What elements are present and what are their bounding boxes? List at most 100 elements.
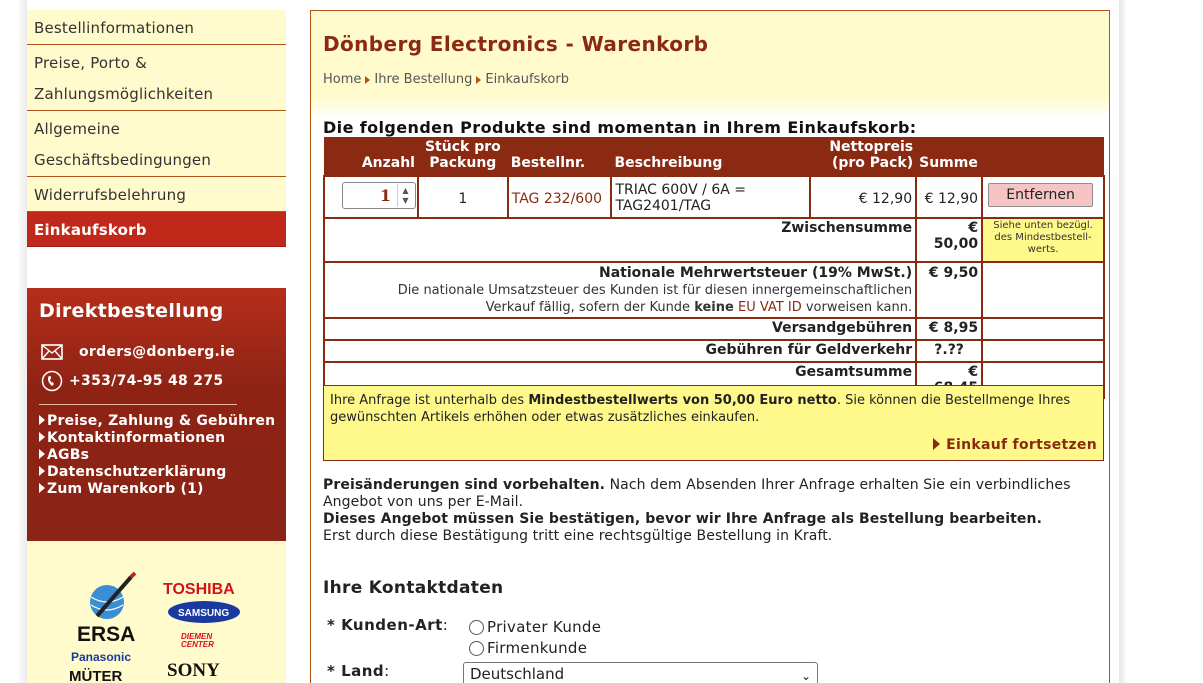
col-nettopreis: Nettopreis (pro Pack) bbox=[810, 137, 917, 176]
cart-header-row: Anzahl Stück pro Packung Bestellnr. Besch… bbox=[324, 137, 1104, 176]
subtotal-label: Zwischensumme bbox=[322, 217, 918, 263]
customer-type-label: * Kunden-Art: bbox=[327, 616, 449, 634]
direct-order-panel: Direktbestellung orders@donberg.ie +353/… bbox=[27, 288, 286, 541]
country-label: * Land: bbox=[327, 662, 390, 680]
sidebar-nav: Bestellinformationen Preise, Porto & Zah… bbox=[27, 10, 286, 247]
vat-value: € 9,50 bbox=[915, 261, 984, 319]
radio-button[interactable] bbox=[469, 640, 484, 656]
cart-heading: Die folgenden Produkte sind momentan in … bbox=[323, 118, 917, 137]
per-pack-value: 1 bbox=[416, 175, 509, 219]
subtotal-row: Zwischensumme € 50,00 Siehe unten bezügl… bbox=[322, 217, 1105, 263]
main-panel: Dönberg Electronics - Warenkorb Home Ihr… bbox=[310, 10, 1110, 683]
net-price: € 12,90 bbox=[809, 175, 918, 219]
brand-muter: MÜTER bbox=[69, 668, 122, 683]
sidebar-item-label: Preise, Porto & bbox=[34, 54, 147, 72]
subtotal-value: € 50,00 bbox=[915, 217, 984, 263]
col-summe: Summe bbox=[916, 137, 983, 176]
sidebar-item-label: Geschäftsbedingungen bbox=[34, 151, 212, 169]
col-bestellnr: Bestellnr. bbox=[507, 137, 612, 176]
breadcrumb-arrow-icon bbox=[476, 75, 482, 84]
order-number-link[interactable]: TAG 232/600 bbox=[512, 191, 602, 207]
link-warenkorb[interactable]: Zum Warenkorb (1) bbox=[39, 481, 275, 498]
min-order-note: Siehe unten bezügl. des Mindestbestell-w… bbox=[981, 217, 1105, 263]
cart-table: Anzahl Stück pro Packung Bestellnr. Besch… bbox=[322, 137, 1105, 399]
chevron-up-icon[interactable]: ▲ bbox=[402, 186, 408, 196]
col-actions bbox=[982, 137, 1104, 176]
remove-button[interactable]: Entfernen bbox=[988, 183, 1094, 207]
sidebar-item-label: Allgemeine bbox=[34, 120, 121, 138]
sidebar: Bestellinformationen Preise, Porto & Zah… bbox=[27, 0, 286, 683]
vat-cell: Nationale Mehrwertsteuer (19% MwSt.) Die… bbox=[322, 261, 918, 319]
page-shadow bbox=[1119, 0, 1127, 683]
email-row[interactable]: orders@donberg.ie bbox=[41, 344, 235, 360]
sidebar-item-preise[interactable]: Preise, Porto & Zahlungsmöglichkeiten bbox=[27, 45, 286, 111]
phone-number: +353/74-95 48 275 bbox=[69, 373, 224, 389]
chevron-down-icon: ⌄ bbox=[800, 669, 811, 683]
col-beschreibung: Beschreibung bbox=[611, 137, 811, 176]
radio-business-customer[interactable]: Firmenkunde bbox=[469, 639, 587, 657]
sidebar-item-agb[interactable]: Allgemeine Geschäftsbedingungen bbox=[27, 111, 286, 177]
arrow-right-icon bbox=[933, 438, 941, 450]
shipping-row: Versandgebühren € 8,95 bbox=[322, 317, 1105, 341]
phone-icon bbox=[41, 370, 65, 392]
breadcrumb-arrow-icon bbox=[365, 75, 371, 84]
sidebar-item-label: Bestellinformationen bbox=[34, 19, 195, 37]
fees-label: Gebühren für Geldverkehr bbox=[322, 339, 918, 363]
vat-row: Nationale Mehrwertsteuer (19% MwSt.) Die… bbox=[322, 261, 1105, 319]
sidebar-item-label: Einkaufskorb bbox=[34, 221, 147, 239]
link-datenschutz[interactable]: Datenschutzerklärung bbox=[39, 464, 275, 481]
link-kontakt[interactable]: Kontaktinformationen bbox=[39, 430, 275, 447]
line-sum: € 12,90 bbox=[915, 175, 984, 219]
breadcrumb: Home Ihre Bestellung Einkaufskorb bbox=[323, 72, 569, 87]
col-anzahl: Anzahl bbox=[324, 137, 418, 176]
brand-samsung: SAMSUNG bbox=[178, 608, 229, 619]
breadcrumb-cart[interactable]: Einkaufskorb bbox=[485, 72, 569, 87]
continue-bar: Einkauf fortsetzen bbox=[323, 433, 1104, 461]
shipping-label: Versandgebühren bbox=[322, 317, 918, 341]
page-title: Dönberg Electronics - Warenkorb bbox=[323, 32, 709, 56]
main-header: Dönberg Electronics - Warenkorb Home Ihr… bbox=[311, 11, 1109, 119]
sidebar-item-label: Zahlungsmöglichkeiten bbox=[34, 85, 214, 103]
order-number-cell: TAG 232/600 bbox=[506, 175, 613, 219]
brand-logos-image: ERSA Panasonic MÜTER TOSHIBA SAMSUNG DIE… bbox=[69, 571, 240, 683]
envelope-icon bbox=[41, 344, 65, 360]
spin-buttons[interactable]: ▲ ▼ bbox=[397, 184, 413, 207]
brand-panasonic: Panasonic bbox=[71, 650, 131, 664]
phone-row[interactable]: +353/74-95 48 275 bbox=[41, 370, 223, 392]
min-order-warning: Ihre Anfrage ist unterhalb des Mindestbe… bbox=[323, 385, 1104, 434]
continue-shopping-link[interactable]: Einkauf fortsetzen bbox=[933, 437, 1097, 453]
direct-links: Preise, Zahlung & Gebühren Kontaktinform… bbox=[39, 413, 275, 498]
page-shadow bbox=[17, 0, 27, 683]
shipping-value: € 8,95 bbox=[915, 317, 984, 341]
email-address: orders@donberg.ie bbox=[79, 344, 236, 360]
breadcrumb-home[interactable]: Home bbox=[323, 72, 361, 87]
link-agbs[interactable]: AGBs bbox=[39, 447, 275, 464]
link-preise[interactable]: Preise, Zahlung & Gebühren bbox=[39, 413, 275, 430]
eu-vat-link[interactable]: EU VAT ID bbox=[738, 300, 802, 315]
chevron-down-icon[interactable]: ▼ bbox=[402, 196, 408, 206]
brand-toshiba: TOSHIBA bbox=[163, 581, 235, 598]
quantity-stepper[interactable]: 1 ▲ ▼ bbox=[342, 182, 416, 209]
quantity-value: 1 bbox=[379, 186, 391, 205]
sidebar-item-bestellinformationen[interactable]: Bestellinformationen bbox=[27, 10, 286, 45]
sidebar-item-widerruf[interactable]: Widerrufsbelehrung bbox=[27, 177, 286, 212]
sidebar-item-einkaufskorb[interactable]: Einkaufskorb bbox=[27, 212, 286, 247]
terms-text: Preisänderungen sind vorbehalten. Nach d… bbox=[323, 477, 1071, 544]
table-row: 1 ▲ ▼ 1 TAG 232/600 TRIAC 600V / 6A = TAG… bbox=[323, 175, 1105, 219]
brand-ersa: ERSA bbox=[77, 623, 135, 646]
vat-label: Nationale Mehrwertsteuer (19% MwSt.) bbox=[599, 265, 913, 281]
country-select[interactable]: Deutschland ⌄ bbox=[463, 662, 818, 683]
brand-sony: SONY bbox=[167, 660, 220, 681]
divider bbox=[39, 404, 237, 405]
fees-row: Gebühren für Geldverkehr ?.?? bbox=[322, 339, 1105, 363]
radio-button[interactable] bbox=[469, 619, 484, 635]
sidebar-item-label: Widerrufsbelehrung bbox=[34, 186, 187, 204]
radio-private-customer[interactable]: Privater Kunde bbox=[469, 618, 601, 636]
breadcrumb-order[interactable]: Ihre Bestellung bbox=[374, 72, 472, 87]
description-cell: TRIAC 600V / 6A = TAG2401/TAG bbox=[610, 175, 812, 219]
brand-logos: ERSA Panasonic MÜTER TOSHIBA SAMSUNG DIE… bbox=[27, 541, 286, 683]
direct-order-title: Direktbestellung bbox=[39, 300, 224, 322]
col-stueck: Stück pro Packung bbox=[417, 137, 508, 176]
contact-section-title: Ihre Kontaktdaten bbox=[323, 578, 504, 598]
fees-value: ?.?? bbox=[915, 339, 984, 363]
